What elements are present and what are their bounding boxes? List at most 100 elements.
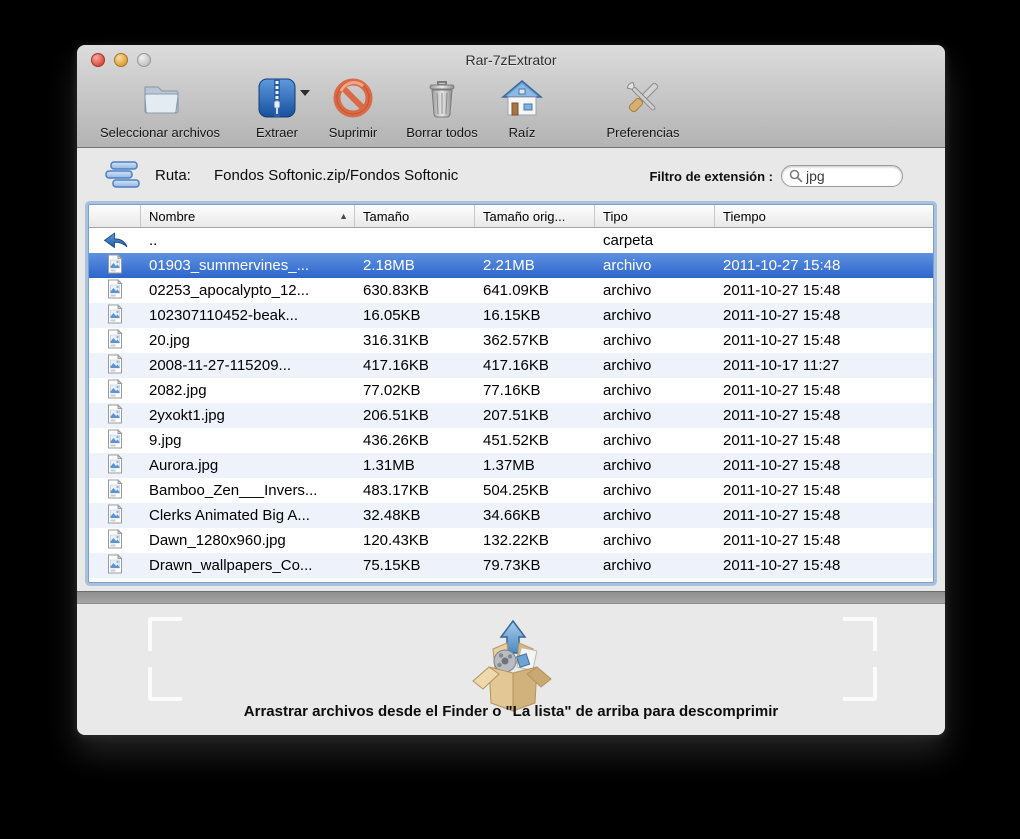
window-title: Rar-7zExtrator: [465, 52, 557, 68]
table-row[interactable]: Aurora.jpg 1.31MB 1.37MB archivo 2011-10…: [89, 453, 933, 478]
file-type: archivo: [603, 282, 652, 299]
table-row[interactable]: 9.jpg 436.26KB 451.52KB archivo 2011-10-…: [89, 428, 933, 453]
file-size: 1.31MB: [363, 457, 415, 474]
jpg-file-icon: [107, 453, 123, 478]
table-row[interactable]: Bamboo_Zen___Invers... 483.17KB 504.25KB…: [89, 478, 933, 503]
file-size: 77.02KB: [363, 382, 421, 399]
jpg-file-icon: [107, 378, 123, 403]
jpg-file-icon: [107, 253, 123, 278]
jpg-file-icon: [107, 553, 123, 578]
file-original-size: 77.16KB: [483, 382, 541, 399]
file-time: 2011-10-27 15:48: [723, 507, 841, 524]
file-name: 9.jpg: [149, 432, 182, 449]
file-type: archivo: [603, 482, 652, 499]
table-row[interactable]: Dawn_1280x960.jpg 120.43KB 132.22KB arch…: [89, 528, 933, 553]
path-bar: Ruta: Fondos Softonic.zip/Fondos Softoni…: [77, 157, 945, 197]
file-type: archivo: [603, 557, 652, 574]
column-header-size[interactable]: Tamaño: [355, 205, 475, 227]
file-type: archivo: [603, 257, 652, 274]
table-row[interactable]: Clerks Animated Big A... 32.48KB 34.66KB…: [89, 503, 933, 528]
file-size: 436.26KB: [363, 432, 429, 449]
titlebar[interactable]: Rar-7zExtrator: [77, 45, 945, 75]
table-row[interactable]: 102307110452-beak... 16.05KB 16.15KB arc…: [89, 303, 933, 328]
table-row[interactable]: 20.jpg 316.31KB 362.57KB archivo 2011-10…: [89, 328, 933, 353]
file-time: 2011-10-17 11:27: [723, 357, 840, 374]
zip-archive-icon: [257, 77, 310, 119]
file-size: 2.18MB: [363, 257, 415, 274]
extract-button[interactable]: Extraer: [242, 77, 312, 140]
bracket-corner-icon: [843, 617, 877, 651]
table-row[interactable]: 01903_summervines_... 2.18MB 2.21MB arch…: [89, 253, 933, 278]
column-header-type[interactable]: Tipo: [595, 205, 715, 227]
home-icon: [500, 77, 544, 119]
file-time: 2011-10-27 15:48: [723, 257, 841, 274]
app-window: Rar-7zExtrator Seleccionar archivos Extr…: [77, 45, 945, 735]
toolbar: Seleccionar archivos Extraer Suprimir Bo…: [77, 77, 945, 147]
file-size: 483.17KB: [363, 482, 429, 499]
file-name: 20.jpg: [149, 332, 190, 349]
drop-zone[interactable]: Arrastrar archivos desde el Finder o "La…: [77, 604, 945, 735]
table-row[interactable]: Drawn_wallpapers_Co... 75.15KB 79.73KB a…: [89, 553, 933, 578]
file-name: Bamboo_Zen___Invers...: [149, 482, 318, 499]
drop-target-frame: [148, 617, 877, 712]
file-name: 2yxokt1.jpg: [149, 407, 225, 424]
table-row[interactable]: .. carpeta: [89, 228, 933, 253]
extension-filter-field[interactable]: [781, 165, 903, 187]
jpg-file-icon: [107, 403, 123, 428]
tools-icon: [621, 77, 665, 119]
toolbar-label: Preferencias: [606, 125, 680, 140]
root-button[interactable]: Raíz: [497, 77, 547, 140]
file-type: archivo: [603, 332, 652, 349]
column-header-time[interactable]: Tiempo: [715, 205, 933, 227]
select-files-button[interactable]: Seleccionar archivos: [85, 77, 235, 140]
suppress-button[interactable]: Suprimir: [317, 77, 389, 140]
table-row[interactable]: 2082.jpg 77.02KB 77.16KB archivo 2011-10…: [89, 378, 933, 403]
file-name: Dawn_1280x960.jpg: [149, 532, 286, 549]
file-time: 2011-10-27 15:48: [723, 407, 841, 424]
file-original-size: 79.73KB: [483, 557, 541, 574]
file-original-size: 451.52KB: [483, 432, 549, 449]
file-time: 2011-10-27 15:48: [723, 482, 841, 499]
file-original-size: 34.66KB: [483, 507, 541, 524]
file-name: 02253_apocalypto_12...: [149, 282, 310, 299]
preferences-button[interactable]: Preferencias: [593, 77, 693, 140]
file-original-size: 641.09KB: [483, 282, 549, 299]
file-name: 2082.jpg: [149, 382, 207, 399]
column-header-name[interactable]: Nombre ▲: [141, 205, 355, 227]
file-time: 2011-10-27 15:48: [723, 557, 841, 574]
table-row[interactable]: 2yxokt1.jpg 206.51KB 207.51KB archivo 20…: [89, 403, 933, 428]
current-path: Fondos Softonic.zip/Fondos Softonic: [214, 167, 459, 184]
splitter-bar[interactable]: [77, 591, 945, 604]
file-type: archivo: [603, 532, 652, 549]
file-name: 01903_summervines_...: [149, 257, 310, 274]
file-time: 2011-10-27 15:48: [723, 432, 841, 449]
filter-label: Filtro de extensión :: [649, 168, 773, 184]
dropdown-arrow-icon[interactable]: [300, 90, 310, 96]
file-size: 417.16KB: [363, 357, 429, 374]
file-size: 316.31KB: [363, 332, 429, 349]
file-table: Nombre ▲ Tamaño Tamaño orig... Tipo Tiem…: [88, 204, 934, 583]
column-header-origsize[interactable]: Tamaño orig...: [475, 205, 595, 227]
toolbar-label: Raíz: [508, 125, 536, 140]
file-type: archivo: [603, 457, 652, 474]
trash-icon: [424, 77, 460, 119]
clear-all-button[interactable]: Borrar todos: [394, 77, 490, 140]
table-header: Nombre ▲ Tamaño Tamaño orig... Tipo Tiem…: [89, 205, 933, 228]
table-row[interactable]: 2008-11-27-115209... 417.16KB 417.16KB a…: [89, 353, 933, 378]
file-name: ..: [149, 232, 158, 249]
jpg-file-icon: [107, 353, 123, 378]
extension-filter-input[interactable]: [806, 168, 895, 184]
file-type: archivo: [603, 382, 652, 399]
window-chrome: Rar-7zExtrator Seleccionar archivos Extr…: [77, 45, 945, 148]
list-icon: [103, 160, 143, 195]
file-original-size: 1.37MB: [483, 457, 535, 474]
file-original-size: 207.51KB: [483, 407, 549, 424]
file-name: Aurora.jpg: [149, 457, 219, 474]
column-header-icon[interactable]: [89, 205, 141, 227]
file-type: archivo: [603, 307, 652, 324]
table-row[interactable]: 02253_apocalypto_12... 630.83KB 641.09KB…: [89, 278, 933, 303]
jpg-file-icon: [107, 503, 123, 528]
bracket-corner-icon: [148, 667, 182, 701]
file-type: archivo: [603, 407, 652, 424]
toolbar-label: Suprimir: [328, 125, 378, 140]
